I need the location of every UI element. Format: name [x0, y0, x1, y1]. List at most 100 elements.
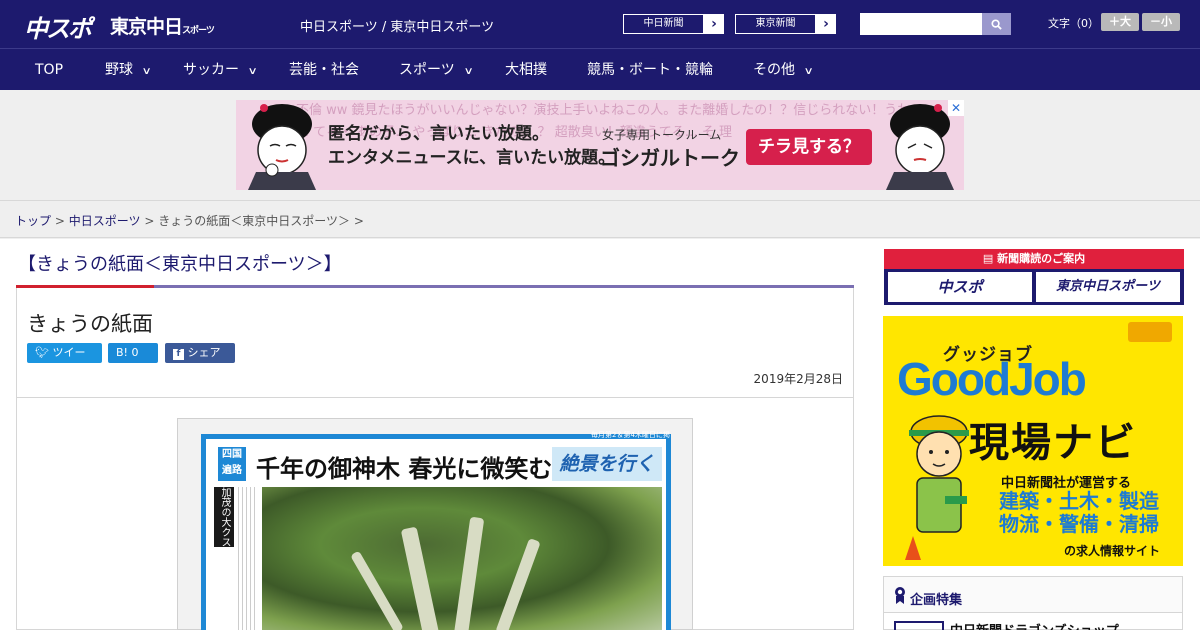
- search-icon: [991, 18, 1002, 30]
- tokyo-shimbun-link[interactable]: 東京新聞 ›: [734, 13, 837, 35]
- nav-label: サッカー: [183, 62, 239, 78]
- newspaper-page: 四国 遍路 千年の御神木 春光に微笑む 絶景を行く 加茂の大クス: [206, 439, 666, 630]
- subscription-heading: ▤ 新聞購読のご案内: [884, 249, 1184, 269]
- goodjob-category-line: 建築・土木・製造: [999, 489, 1159, 513]
- paper-text-column: [238, 487, 258, 630]
- nav-item-racing[interactable]: 競馬・ボート・競輪: [587, 49, 713, 91]
- font-smaller-button[interactable]: －小: [1142, 13, 1180, 31]
- hatena-bookmark-button[interactable]: B! 0: [108, 343, 158, 363]
- chevron-down-icon: ∨: [247, 66, 258, 77]
- worker-illustration: [905, 415, 969, 560]
- site-header: 中スポ 東京中日スポーツ 中日スポーツ / 東京中日スポーツ 中日新聞 › 東京…: [0, 0, 1200, 48]
- main-nav: TOP 野球 ∨ サッカー ∨ 芸能・社会 スポーツ ∨ 大相撲 競馬・ボート・競輪 …: [0, 48, 1200, 90]
- section-title: 【きょうの紙面＜東京中日スポーツ＞】: [18, 254, 342, 275]
- truck-icon: [1128, 322, 1172, 342]
- font-size-label: 文字（0）: [1048, 17, 1099, 30]
- nav-label: 競馬・ボート・競輪: [587, 62, 713, 78]
- ad-banner[interactable]: 不倫 ww 鏡見たほうがいいんじゃない？演技上手いよねこの人。また離婚したの！？…: [236, 100, 964, 190]
- chevron-right-icon: ›: [823, 16, 829, 32]
- goodjob-logo: GoodJob: [897, 353, 1087, 405]
- search-input[interactable]: [860, 13, 982, 35]
- feature-item-link[interactable]: 中日新聞ドラゴンズショップ: [950, 620, 1119, 630]
- tokyo-shimbun-label: 東京新聞: [735, 14, 816, 34]
- chunichi-shimbun-label: 中日新聞: [623, 14, 704, 34]
- tokyo-chunichi-logo[interactable]: 東京中日スポーツ: [110, 12, 215, 39]
- tree-trunk: [495, 537, 541, 630]
- facebook-share-button[interactable]: f シェア 0: [165, 343, 235, 379]
- goodjob-category-line: 物流・警備・清掃: [999, 512, 1159, 536]
- breadcrumb-separator: >: [54, 214, 65, 228]
- nav-item-baseball[interactable]: 野球 ∨: [105, 49, 152, 91]
- paper-series-logo: 絶景を行く: [552, 447, 662, 481]
- feature-thumbnail[interactable]: [894, 621, 944, 630]
- geisha-illustration: [248, 104, 316, 190]
- nav-item-entertainment[interactable]: 芸能・社会: [289, 49, 359, 91]
- breadcrumb-current: きょうの紙面＜東京中日スポーツ＞: [158, 214, 350, 228]
- tree-trunk: [453, 516, 485, 630]
- publish-date: 2019年2月28日: [753, 372, 843, 386]
- tree-trunk: [350, 550, 404, 630]
- font-bigger-button[interactable]: ＋大: [1101, 13, 1139, 31]
- breadcrumb-trail: トップ > 中日スポーツ > きょうの紙面＜東京中日スポーツ＞ >: [15, 212, 364, 229]
- subscribe-chuspo-button[interactable]: 中スポ: [888, 272, 1032, 302]
- chevron-right-icon: ›: [711, 16, 717, 32]
- goodjob-title: 現場ナビ: [969, 420, 1137, 466]
- close-icon[interactable]: ✕: [948, 100, 964, 116]
- breadcrumb-separator: >: [144, 214, 155, 228]
- nav-item-sports[interactable]: スポーツ ∨: [399, 49, 474, 91]
- nav-label: 大相撲: [505, 62, 547, 78]
- paper-kicker-line: 四国: [222, 449, 242, 460]
- chevron-down-icon: ∨: [141, 66, 152, 77]
- newspaper-page-border: 毎月第2＆第4木曜日に掲載 四国 遍路 千年の御神木 春光に微笑む 絶景を行く …: [201, 431, 671, 630]
- nav-label: 野球: [105, 62, 133, 78]
- nav-item-top[interactable]: TOP: [35, 49, 63, 91]
- breadcrumb-home-link[interactable]: トップ: [15, 214, 51, 228]
- chevron-down-icon: ∨: [803, 66, 814, 77]
- ad-headline-line: 匿名だから、言いたい放題。: [328, 124, 549, 144]
- twitter-icon: 🐦︎: [35, 346, 49, 359]
- feature-box: 企画特集 中日新聞ドラゴンズショップ: [883, 576, 1183, 630]
- article-header: きょうの紙面 🐦︎ ツイート B! 0 f シェア 0 2019年2月28日: [17, 288, 853, 398]
- subscribe-tokyo-chunichi-button[interactable]: 東京中日スポーツ: [1036, 272, 1180, 302]
- search-button[interactable]: [982, 13, 1011, 35]
- tokyo-logo-text: 東京中日: [110, 16, 183, 38]
- tree-trunk: [400, 526, 440, 630]
- tweet-button[interactable]: 🐦︎ ツイート: [27, 343, 102, 379]
- tokyo-logo-suffix: スポーツ: [182, 26, 215, 36]
- goodjob-ad[interactable]: グッジョブ GoodJob 現場ナビ 中日新聞社が運営する 建築・土木・製造 物…: [883, 316, 1183, 566]
- ad-cta-button[interactable]: チラ見する？: [746, 129, 872, 165]
- feature-title: 企画特集: [910, 593, 963, 608]
- newspaper-icon: ▤: [982, 252, 994, 265]
- breadcrumb: トップ > 中日スポーツ > きょうの紙面＜東京中日スポーツ＞ >: [0, 200, 1200, 238]
- paper-headline: 千年の御神木 春光に微笑む: [256, 454, 553, 483]
- paper-kicker-line: 遍路: [222, 465, 242, 476]
- camphor-tree-photo: [262, 487, 662, 630]
- ad-subtitle: 女子専用トークルーム: [602, 128, 722, 142]
- newspaper-page-image[interactable]: 毎月第2＆第4木曜日に掲載 四国 遍路 千年の御神木 春光に微笑む 絶景を行く …: [177, 418, 693, 630]
- feature-heading: 企画特集: [884, 577, 1182, 613]
- nav-item-sumo[interactable]: 大相撲: [505, 49, 547, 91]
- chevron-down-icon: ∨: [463, 66, 474, 77]
- nav-label: TOP: [35, 62, 64, 78]
- paper-kicker: 四国 遍路: [218, 447, 246, 481]
- goodjob-tagline: の求人情報サイト: [1064, 544, 1161, 558]
- breadcrumb-separator: >: [353, 214, 364, 228]
- subscription-heading-text: 新聞購読のご案内: [997, 252, 1086, 265]
- subscription-box: ▤ 新聞購読のご案内 中スポ 東京中日スポーツ: [884, 249, 1184, 305]
- chunichi-shimbun-link[interactable]: 中日新聞 ›: [622, 13, 725, 35]
- paper-side-label: 加茂の大クス: [214, 487, 234, 547]
- breadcrumb-section-link[interactable]: 中日スポーツ: [69, 214, 141, 228]
- ribbon-icon: [895, 587, 905, 604]
- ad-headline: 匿名だから、言いたい放題。 エンタメニュースに、言いたい放題。: [328, 122, 615, 170]
- article-title: きょうの紙面: [27, 312, 153, 336]
- goodjob-categories: 建築・土木・製造 物流・警備・清掃: [999, 490, 1159, 536]
- nav-label: その他: [753, 62, 795, 78]
- nav-item-other[interactable]: その他 ∨: [753, 49, 814, 91]
- ad-brand: ゴシガルトーク: [600, 146, 740, 170]
- ad-headline-line: エンタメニュースに、言いたい放題。: [328, 148, 616, 168]
- nav-item-soccer[interactable]: サッカー ∨: [183, 49, 258, 91]
- chuspo-logo[interactable]: 中スポ: [24, 9, 92, 43]
- site-title: 中日スポーツ / 東京中日スポーツ: [300, 20, 495, 35]
- facebook-icon: f: [173, 349, 184, 360]
- nav-label: スポーツ: [399, 62, 455, 78]
